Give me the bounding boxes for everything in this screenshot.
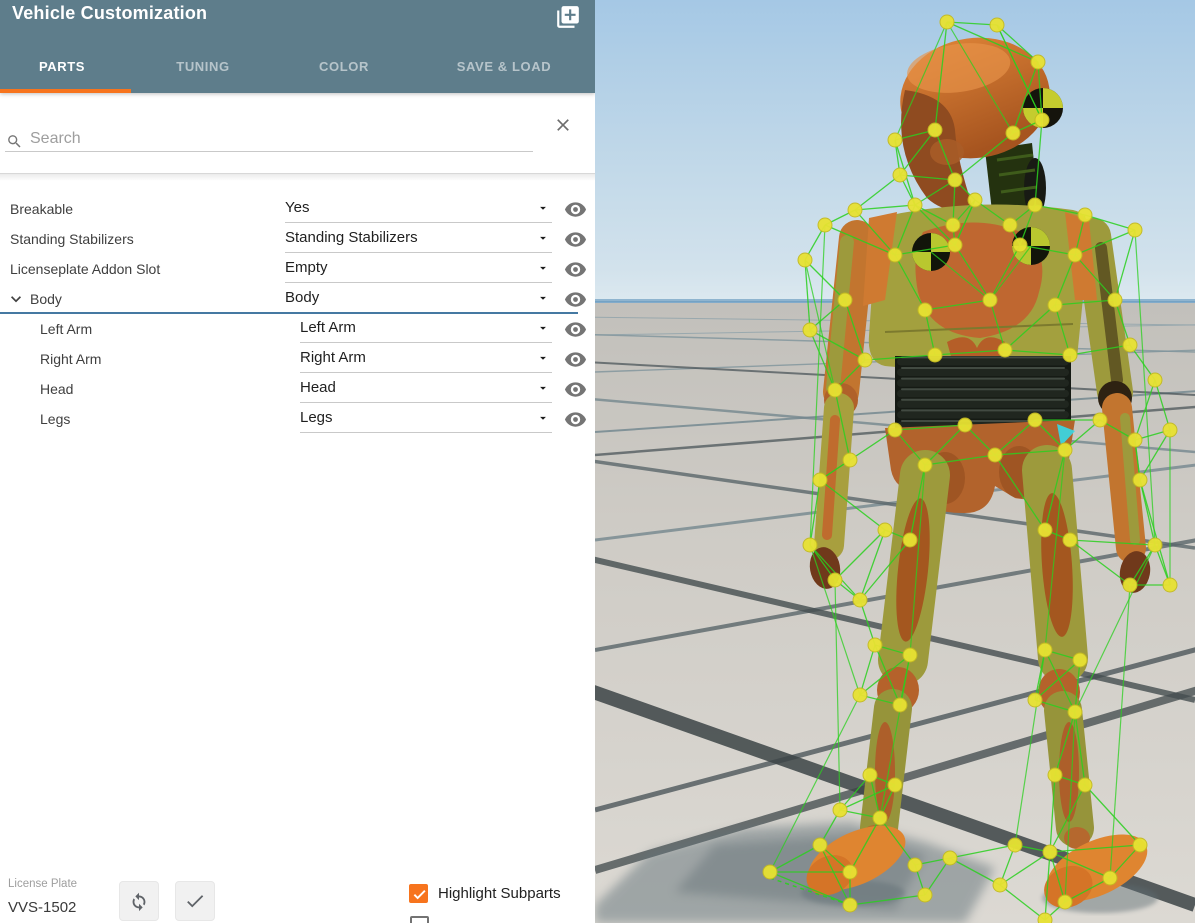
part-dropdown[interactable]: Yes — [285, 194, 552, 223]
part-label: Right Arm — [40, 351, 102, 367]
dropdown-arrow-icon — [540, 236, 546, 240]
part-label: Standing Stabilizers — [10, 231, 134, 247]
license-plate-value: VVS-1502 — [8, 899, 77, 916]
dropdown-arrow-icon — [540, 296, 546, 300]
section-divider — [0, 173, 595, 181]
search-icon — [8, 135, 21, 148]
tab-label: PARTS — [38, 59, 86, 74]
part-dropdown-value: Left Arm — [300, 319, 356, 336]
dropdown-arrow-icon — [540, 206, 546, 210]
panel-title: Vehicle Customization — [12, 3, 208, 23]
secondary-checkbox-partial[interactable] — [410, 916, 429, 923]
checkmark-icon — [413, 890, 426, 900]
license-plate-apply-button[interactable] — [175, 881, 215, 921]
search-input[interactable] — [28, 124, 472, 154]
part-row-head[interactable]: Head Head — [0, 374, 595, 404]
part-dropdown-value: Yes — [285, 199, 310, 216]
part-dropdown[interactable]: Legs — [300, 404, 552, 433]
part-label: Licenseplate Addon Slot — [10, 261, 161, 277]
part-row-standing-stabilizers[interactable]: Standing Stabilizers Standing Stabilizer… — [0, 224, 595, 254]
active-tab-indicator — [0, 89, 131, 93]
dropdown-arrow-icon — [540, 386, 546, 390]
part-label: Head — [40, 381, 74, 397]
part-dropdown-value: Body — [285, 289, 320, 306]
tab-save-load[interactable]: SAVE & LOAD — [457, 44, 551, 89]
part-dropdown-value: Right Arm — [300, 349, 366, 366]
beamng-vehicle-customization-screen: Vehicle Customization PARTS TUNING COLOR… — [0, 0, 1195, 923]
highlight-subparts-checkbox[interactable] — [409, 884, 428, 903]
part-row-legs[interactable]: Legs Legs — [0, 404, 595, 434]
add-window-icon — [557, 6, 579, 28]
part-dropdown[interactable]: Empty — [285, 254, 552, 283]
tab-label: SAVE & LOAD — [456, 59, 552, 74]
refresh-icon — [132, 892, 146, 912]
detach-window-button[interactable] — [555, 4, 581, 30]
visibility-toggle-icon[interactable] — [564, 258, 587, 281]
tab-color[interactable]: COLOR — [319, 44, 369, 89]
part-row-body[interactable]: Body Body — [0, 284, 595, 314]
part-label: Body — [30, 291, 62, 307]
part-dropdown-value: Empty — [285, 259, 328, 276]
visibility-toggle-icon[interactable] — [564, 318, 587, 341]
visibility-toggle-icon[interactable] — [564, 198, 587, 221]
highlight-subparts-label: Highlight Subparts — [438, 885, 561, 902]
visibility-toggle-icon[interactable] — [564, 378, 587, 401]
dropdown-arrow-icon — [540, 416, 546, 420]
part-label: Legs — [40, 411, 71, 427]
search-underline — [5, 151, 533, 152]
part-dropdown[interactable]: Left Arm — [300, 314, 552, 343]
part-row-breakable[interactable]: Breakable Yes — [0, 194, 595, 224]
part-label: Breakable — [10, 201, 74, 217]
check-icon — [187, 895, 204, 908]
dropdown-arrow-icon — [540, 356, 546, 360]
part-dropdown[interactable]: Head — [300, 374, 552, 403]
part-dropdown-value: Legs — [300, 409, 333, 426]
tab-bar: PARTS TUNING COLOR SAVE & LOAD — [0, 44, 595, 93]
visibility-toggle-icon[interactable] — [564, 408, 587, 431]
tab-label: TUNING — [176, 59, 230, 74]
part-dropdown[interactable]: Right Arm — [300, 344, 552, 373]
part-dropdown[interactable]: Standing Stabilizers — [285, 224, 552, 253]
part-dropdown-value: Head — [300, 379, 336, 396]
visibility-toggle-icon[interactable] — [564, 228, 587, 251]
part-dropdown[interactable]: Body — [285, 284, 552, 313]
tab-tuning[interactable]: TUNING — [176, 44, 229, 89]
parts-list: Breakable Yes Standing Stabilizers Stand… — [0, 194, 595, 434]
visibility-toggle-icon[interactable] — [564, 348, 587, 371]
part-row-licenseplate-addon-slot[interactable]: Licenseplate Addon Slot Empty — [0, 254, 595, 284]
dropdown-arrow-icon — [540, 266, 546, 270]
chevron-down-icon[interactable] — [6, 289, 26, 309]
part-label: Left Arm — [40, 321, 93, 337]
part-row-left-arm[interactable]: Left Arm Left Arm — [0, 314, 595, 344]
visibility-toggle-icon[interactable] — [564, 288, 587, 311]
viewport-3d[interactable] — [595, 0, 1195, 923]
dropdown-arrow-icon — [540, 326, 546, 330]
license-plate-random-button[interactable] — [119, 881, 159, 921]
close-icon[interactable] — [553, 115, 573, 135]
part-row-right-arm[interactable]: Right Arm Right Arm — [0, 344, 595, 374]
panel-header: Vehicle Customization PARTS TUNING COLOR… — [0, 0, 595, 93]
license-plate-label: License Plate — [8, 878, 78, 890]
search-section — [0, 108, 595, 174]
part-dropdown-value: Standing Stabilizers — [285, 229, 418, 246]
vehicle-customization-panel: Vehicle Customization PARTS TUNING COLOR… — [0, 0, 595, 923]
tab-parts[interactable]: PARTS — [39, 44, 85, 89]
tab-label: COLOR — [319, 59, 369, 74]
